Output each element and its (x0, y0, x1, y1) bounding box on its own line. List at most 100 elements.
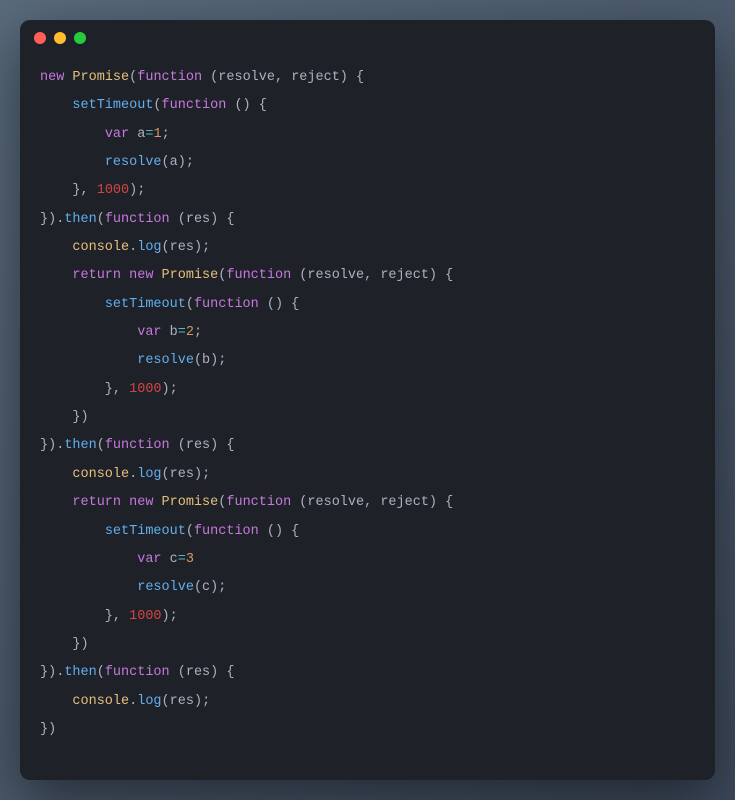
code-token: ) { (210, 212, 234, 227)
code-token: ; (194, 325, 202, 340)
code-token: c (170, 552, 178, 567)
code-token (40, 127, 105, 142)
code-token: ( (291, 268, 307, 283)
code-token: ); (162, 382, 178, 397)
code-token: ); (194, 467, 210, 482)
code-token: ; (162, 127, 170, 142)
code-token (40, 268, 72, 283)
code-token: Promise (162, 495, 219, 510)
code-token: Promise (162, 268, 219, 283)
code-token: }, (40, 183, 97, 198)
code-token: new (129, 268, 153, 283)
code-token: var (105, 127, 129, 142)
code-token: function (226, 268, 291, 283)
code-token: ( (186, 524, 194, 539)
code-token: reject (380, 495, 429, 510)
code-token: resolve (307, 495, 364, 510)
code-token: ( (162, 155, 170, 170)
code-token: b (170, 325, 178, 340)
code-token (40, 524, 105, 539)
code-token: a (170, 155, 178, 170)
code-token: console (72, 240, 129, 255)
code-token: ); (162, 609, 178, 624)
code-token: return (72, 268, 121, 283)
code-token: ); (129, 183, 145, 198)
code-token (40, 580, 137, 595)
code-token: ( (97, 665, 105, 680)
code-token: then (64, 212, 96, 227)
code-token: setTimeout (72, 98, 153, 113)
code-token: console (72, 467, 129, 482)
code-token: log (137, 240, 161, 255)
code-token: ( (153, 98, 161, 113)
code-token: ( (194, 353, 202, 368)
code-token (40, 467, 72, 482)
code-token (162, 552, 170, 567)
code-token: , (364, 495, 380, 510)
code-token: res (170, 694, 194, 709)
code-token: Promise (72, 70, 129, 85)
code-token (40, 353, 137, 368)
code-token: res (186, 665, 210, 680)
code-token: , (364, 268, 380, 283)
code-token: ( (162, 694, 170, 709)
code-token: c (202, 580, 210, 595)
code-token: ) { (429, 495, 453, 510)
code-token: ( (170, 438, 186, 453)
code-token: then (64, 665, 96, 680)
close-icon[interactable] (34, 32, 46, 44)
code-token: ( (202, 70, 218, 85)
code-token: function (137, 70, 202, 85)
code-token: resolve (137, 580, 194, 595)
code-token: function (226, 495, 291, 510)
code-token: 2 (186, 325, 194, 340)
code-token (153, 495, 161, 510)
code-token: }). (40, 438, 64, 453)
code-token: res (186, 212, 210, 227)
code-token (40, 552, 137, 567)
code-token: log (137, 694, 161, 709)
code-token: function (105, 438, 170, 453)
code-token: then (64, 438, 96, 453)
code-token: }) (40, 722, 56, 737)
code-token: b (202, 353, 210, 368)
code-token: resolve (218, 70, 275, 85)
code-token (40, 495, 72, 510)
code-token: , (275, 70, 291, 85)
maximize-icon[interactable] (74, 32, 86, 44)
code-token: ( (162, 467, 170, 482)
code-token (40, 325, 137, 340)
code-token: resolve (105, 155, 162, 170)
code-token: ( (97, 212, 105, 227)
code-token: ( (291, 495, 307, 510)
code-token: res (186, 438, 210, 453)
code-editor[interactable]: new Promise(function (resolve, reject) {… (20, 56, 715, 764)
code-token: setTimeout (105, 297, 186, 312)
code-token: }). (40, 665, 64, 680)
code-token: }) (40, 637, 89, 652)
code-token: () { (226, 98, 267, 113)
code-token (40, 240, 72, 255)
code-token: ) { (429, 268, 453, 283)
code-token: ); (178, 155, 194, 170)
code-token: = (178, 325, 186, 340)
code-token: res (170, 240, 194, 255)
code-token (121, 495, 129, 510)
code-token: = (178, 552, 186, 567)
code-token (40, 98, 72, 113)
code-token: resolve (137, 353, 194, 368)
code-token: }) (40, 410, 89, 425)
code-token: ); (210, 353, 226, 368)
code-token: ( (162, 240, 170, 255)
code-token: }). (40, 212, 64, 227)
code-token: function (194, 297, 259, 312)
minimize-icon[interactable] (54, 32, 66, 44)
code-token: reject (291, 70, 340, 85)
code-token: var (137, 552, 161, 567)
code-token: }, (40, 382, 129, 397)
code-token: 1000 (129, 609, 161, 624)
editor-window: new Promise(function (resolve, reject) {… (20, 20, 715, 780)
code-token: resolve (307, 268, 364, 283)
code-token: ( (170, 212, 186, 227)
code-token: }, (40, 609, 129, 624)
